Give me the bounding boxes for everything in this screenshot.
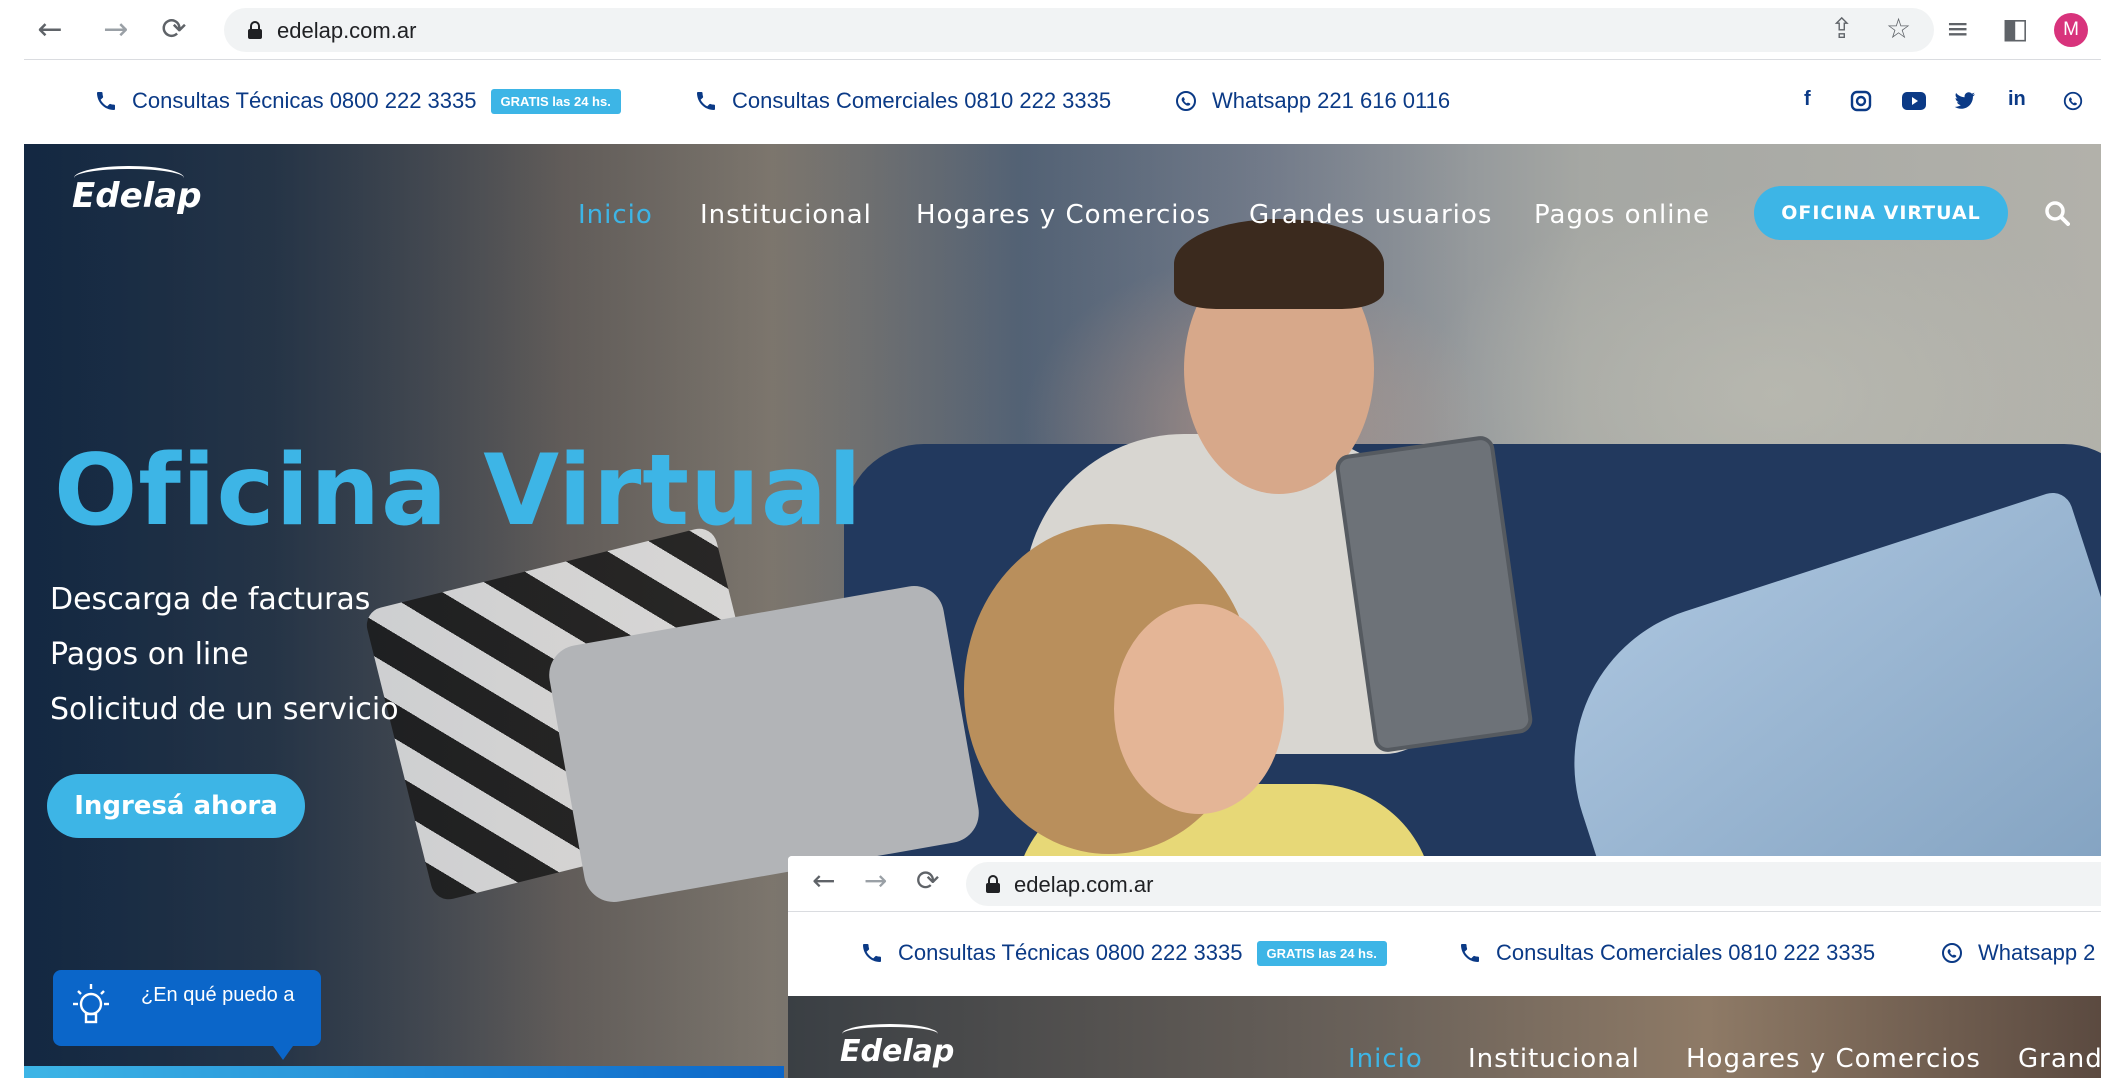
linkedin-icon[interactable]: in: [2008, 88, 2026, 111]
url-text: edelap.com.ar: [277, 18, 417, 43]
nav-institucional[interactable]: Institucional: [700, 200, 872, 230]
inset-nav-institucional[interactable]: Institucional: [1468, 1044, 1640, 1074]
hero-feature-item: Solicitud de un servicio: [50, 692, 399, 727]
inset-tecnicas-text: Consultas Técnicas 0800 222 3335: [898, 940, 1243, 965]
hero-photo-man-hair: [1174, 219, 1384, 309]
hero-title: Oficina Virtual: [54, 434, 863, 548]
contact-topbar: Consultas Técnicas 0800 222 3335 GRATIS …: [24, 60, 2101, 144]
phone-icon: [1461, 944, 1479, 962]
instagram-icon[interactable]: [1850, 90, 1872, 112]
back-arrow-icon[interactable]: ←: [812, 864, 835, 897]
inset-address-bar[interactable]: edelap.com.ar: [966, 862, 2101, 906]
inset-nav-inicio[interactable]: Inicio: [1348, 1044, 1423, 1074]
hero-feature-item: Pagos on line: [50, 637, 249, 672]
whatsapp-icon: [1942, 943, 1962, 963]
consultas-tecnicas[interactable]: Consultas Técnicas 0800 222 3335 GRATIS …: [94, 88, 621, 114]
chat-assistant-bubble[interactable]: ¿En qué puedo a: [53, 970, 321, 1060]
consultas-comerciales[interactable]: Consultas Comerciales 0810 222 3335: [694, 88, 1111, 114]
inset-edelap-logo[interactable]: Edelap: [840, 1034, 954, 1069]
side-panel-icon[interactable]: ◧: [2002, 12, 2028, 46]
inset-contact-topbar: Consultas Técnicas 0800 222 3335 GRATIS …: [788, 912, 2101, 996]
nav-hogares-comercios[interactable]: Hogares y Comercios: [916, 200, 1211, 230]
chat-prompt-text: ¿En qué puedo a: [141, 984, 295, 1006]
oficina-virtual-button[interactable]: OFICINA VIRTUAL: [1754, 186, 2008, 240]
inset-browser-toolbar: ← → ⟳ edelap.com.ar: [788, 856, 2101, 912]
nav-inicio[interactable]: Inicio: [578, 200, 653, 230]
lock-icon: [986, 875, 1000, 893]
inset-hero: Edelap Inicio Institucional Hogares y Co…: [788, 996, 2101, 1078]
gratis-badge: GRATIS las 24 hs.: [490, 88, 621, 114]
hero-photo-woman-face: [1114, 604, 1284, 814]
inset-nav-hogares-comercios[interactable]: Hogares y Comercios: [1686, 1044, 1981, 1074]
inset-nav-grandes[interactable]: Grand: [2018, 1044, 2101, 1074]
bookmark-star-icon[interactable]: ☆: [1886, 12, 1911, 46]
inset-gratis-badge: GRATIS las 24 hs.: [1256, 940, 1387, 966]
profile-avatar[interactable]: M: [2054, 13, 2088, 47]
lock-icon: [248, 21, 262, 39]
back-arrow-icon[interactable]: ←: [30, 9, 70, 49]
whatsapp-text: Whatsapp 221 616 0116: [1212, 88, 1451, 113]
whatsapp-contact[interactable]: Whatsapp 221 616 0116: [1174, 88, 1450, 114]
share-icon[interactable]: ⇪: [1830, 12, 1853, 46]
consultas-comerciales-text: Consultas Comerciales 0810 222 3335: [732, 88, 1112, 113]
nav-pagos-online[interactable]: Pagos online: [1534, 200, 1710, 230]
hero-feature-item: Descarga de facturas: [50, 582, 371, 617]
phone-icon: [697, 92, 715, 110]
inset-screenshot: ← → ⟳ edelap.com.ar Consultas Técnicas 0…: [788, 856, 2101, 1078]
inset-whatsapp-text: Whatsapp 2: [1978, 940, 2096, 965]
whatsapp-social-icon[interactable]: [2062, 90, 2084, 112]
browser-toolbar: ← → ⟳ edelap.com.ar ⇪ ☆ ≡ ◧ M: [24, 0, 2101, 60]
consultas-tecnicas-text: Consultas Técnicas 0800 222 3335: [132, 88, 477, 113]
bottom-color-strip: [24, 1066, 784, 1078]
address-bar[interactable]: edelap.com.ar: [224, 8, 1934, 52]
twitter-icon[interactable]: [1954, 92, 1976, 110]
facebook-icon[interactable]: f: [1804, 88, 1811, 111]
phone-icon: [97, 92, 115, 110]
nav-grandes-usuarios[interactable]: Grandes usuarios: [1249, 200, 1492, 230]
edelap-logo[interactable]: Edelap: [72, 176, 202, 216]
ingresa-ahora-button[interactable]: Ingresá ahora: [47, 774, 305, 838]
inset-consultas-comerciales[interactable]: Consultas Comerciales 0810 222 3335: [1458, 940, 1875, 966]
inset-whatsapp-contact[interactable]: Whatsapp 2: [1940, 940, 2095, 966]
phone-icon: [863, 944, 881, 962]
hero-feature-list: Descarga de facturas Pagos on line Solic…: [50, 572, 399, 737]
lightbulb-icon: [73, 984, 109, 1024]
inset-url-text: edelap.com.ar: [1014, 872, 1154, 897]
reading-list-icon[interactable]: ≡: [1946, 12, 1969, 46]
forward-arrow-icon[interactable]: →: [864, 864, 887, 897]
reload-icon[interactable]: ⟳: [154, 9, 194, 49]
whatsapp-icon: [1176, 91, 1196, 111]
youtube-icon[interactable]: [1902, 92, 1926, 110]
search-icon[interactable]: [2044, 200, 2070, 226]
inset-comerciales-text: Consultas Comerciales 0810 222 3335: [1496, 940, 1876, 965]
forward-arrow-icon[interactable]: →: [96, 9, 136, 49]
inset-consultas-tecnicas[interactable]: Consultas Técnicas 0800 222 3335 GRATIS …: [860, 940, 1387, 966]
reload-icon[interactable]: ⟳: [916, 864, 939, 897]
